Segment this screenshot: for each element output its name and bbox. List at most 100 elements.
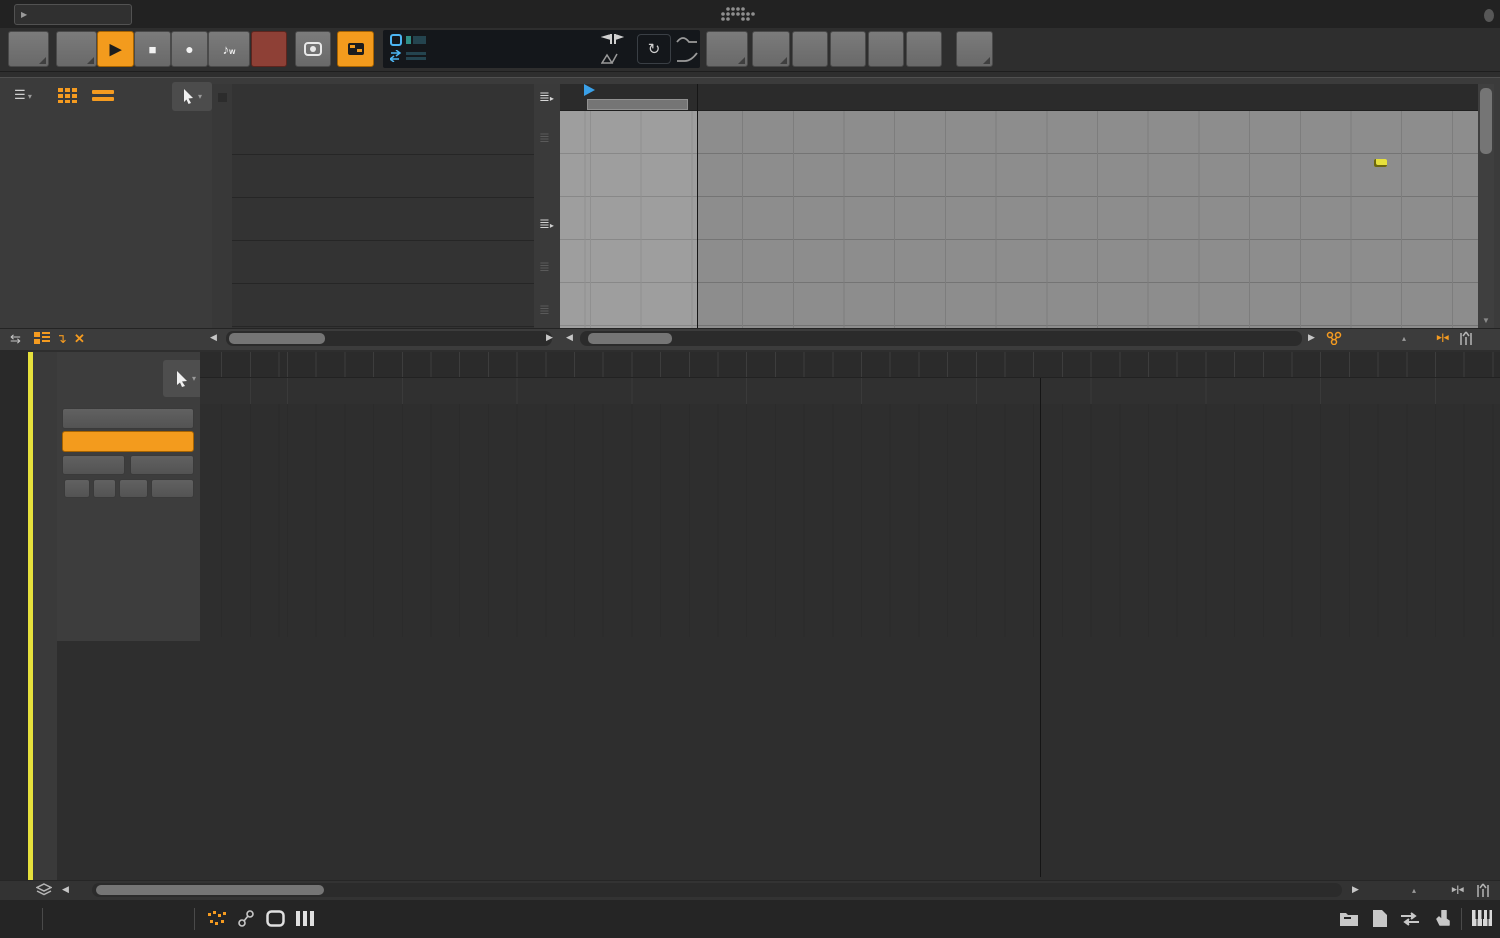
tempo-tap-icon[interactable] bbox=[390, 34, 428, 46]
record-button[interactable]: ● bbox=[171, 31, 208, 67]
arranger-vscroll-thumb[interactable] bbox=[1480, 88, 1492, 154]
piano-keyboard-icon[interactable] bbox=[1472, 910, 1492, 926]
launcher-hscroll-thumb[interactable] bbox=[229, 333, 325, 344]
pan-button[interactable] bbox=[93, 479, 116, 498]
overdub-button[interactable] bbox=[251, 31, 287, 67]
comping-playhead bbox=[1040, 378, 1041, 877]
editor-scroll-left-icon[interactable]: ◀ bbox=[62, 884, 69, 895]
arr-scroll-left-icon[interactable]: ◀ bbox=[566, 332, 573, 343]
position-display[interactable] bbox=[505, 31, 595, 50]
close-selection-icon[interactable]: ✕ bbox=[74, 331, 85, 347]
scene-menu-icon[interactable]: ≣▸ bbox=[539, 89, 554, 105]
stop-button[interactable]: ■ bbox=[134, 31, 171, 67]
editor-hscroll-thumb[interactable] bbox=[96, 885, 324, 895]
row-menu-icon[interactable]: ≣ bbox=[539, 259, 550, 275]
onsets-button[interactable] bbox=[130, 455, 194, 475]
divider bbox=[42, 908, 43, 930]
tempo-nudge-icon[interactable] bbox=[390, 50, 428, 62]
clip-group-icon[interactable] bbox=[1326, 331, 1342, 345]
automation-write-button[interactable]: ♪w bbox=[208, 31, 250, 67]
arranger-hscroll-thumb[interactable] bbox=[588, 333, 672, 344]
stretch-button[interactable] bbox=[62, 455, 125, 475]
project-play-icon: ▶ bbox=[21, 10, 27, 19]
file-button[interactable] bbox=[8, 31, 49, 67]
lane-separator bbox=[57, 733, 1500, 735]
loop-button[interactable]: ↻ bbox=[637, 34, 671, 64]
editor-scroll-right-icon[interactable]: ▶ bbox=[1352, 884, 1359, 895]
editor-adaptive-grid-icon[interactable] bbox=[1476, 883, 1490, 897]
loop-icon: ↻ bbox=[648, 40, 661, 58]
window-menu-dot[interactable] bbox=[1484, 9, 1494, 22]
panel-columns-icon[interactable] bbox=[296, 910, 314, 927]
touch-mode-icon[interactable] bbox=[1436, 910, 1451, 927]
project-tab[interactable]: ▶ bbox=[14, 4, 132, 25]
lane-separator bbox=[57, 875, 1500, 877]
focus-frame-icon[interactable] bbox=[266, 910, 285, 927]
row-menu-icon[interactable]: ≣▸ bbox=[539, 216, 554, 232]
launcher-overdub-icon bbox=[304, 42, 322, 56]
edit-button[interactable] bbox=[752, 31, 790, 67]
arr-scroll-right-icon[interactable]: ▶ bbox=[1308, 332, 1315, 343]
comping-ruler-gap bbox=[200, 378, 1500, 404]
hscroll-right-icon[interactable]: ▶ bbox=[546, 332, 553, 343]
mapping-browser-icon[interactable] bbox=[208, 911, 226, 927]
comping-button[interactable] bbox=[62, 431, 194, 452]
browser-icon[interactable] bbox=[1340, 911, 1358, 926]
stop-column bbox=[212, 84, 232, 330]
redo-button[interactable] bbox=[830, 31, 866, 67]
play-menu-button[interactable] bbox=[56, 31, 97, 67]
formant-button[interactable] bbox=[151, 479, 194, 498]
arranger-adaptive-grid-icon[interactable] bbox=[1459, 331, 1473, 345]
automation-curves-icon[interactable] bbox=[676, 33, 698, 65]
arranger-pointer-tool[interactable]: ▾ bbox=[172, 82, 212, 111]
io-routing-icon[interactable] bbox=[1400, 912, 1420, 926]
divider bbox=[1461, 908, 1462, 930]
launcher-overdub-button[interactable] bbox=[295, 31, 331, 67]
punch-in-out-icon[interactable] bbox=[601, 33, 625, 65]
layers-icon[interactable] bbox=[36, 883, 52, 897]
undo-button[interactable] bbox=[792, 31, 828, 67]
track-list-menu-icon[interactable]: ☰ ▾ bbox=[14, 87, 32, 103]
scroll-down-icon[interactable]: ▼ bbox=[1482, 316, 1490, 325]
stop-icon: ■ bbox=[149, 42, 157, 57]
scroll-follow-icon[interactable]: ↴ bbox=[56, 331, 67, 347]
play-button[interactable]: ▶ bbox=[97, 31, 134, 67]
editor-snap-icon[interactable]: ▸|◂ bbox=[1452, 884, 1464, 895]
arranger-view-icon[interactable] bbox=[92, 90, 114, 101]
arranger-snap-icon[interactable]: ▸|◂ bbox=[1437, 332, 1449, 343]
display-profile-icon bbox=[347, 42, 365, 56]
arranger-hscrollbar[interactable] bbox=[580, 331, 1302, 346]
hscroll-left-icon[interactable]: ◀ bbox=[210, 332, 217, 343]
arranger-grid-value[interactable]: ▴ bbox=[1402, 332, 1406, 344]
clip-button[interactable] bbox=[956, 31, 993, 67]
delete-button[interactable] bbox=[906, 31, 942, 67]
track-height-icon[interactable] bbox=[34, 332, 50, 345]
tempo-display[interactable] bbox=[425, 31, 497, 50]
duplicate-button[interactable] bbox=[868, 31, 904, 67]
editor-grid-value[interactable]: ▴ bbox=[1412, 884, 1416, 896]
comping-ruler[interactable] bbox=[200, 352, 1500, 378]
lane-separator bbox=[57, 828, 1500, 830]
audio-events-button[interactable] bbox=[62, 408, 194, 429]
display-profile-button[interactable] bbox=[337, 31, 374, 67]
arranger-playhead bbox=[697, 84, 698, 330]
note-link-icon[interactable] bbox=[238, 910, 254, 927]
automation-write-icon: ♪w bbox=[223, 42, 236, 57]
bottom-panel bbox=[0, 350, 1500, 900]
pointer-icon bbox=[175, 371, 188, 387]
launcher-menu-column bbox=[534, 84, 560, 330]
row-menu-icon[interactable]: ≣ bbox=[539, 302, 550, 318]
divider bbox=[194, 908, 195, 930]
launcher-view-icon[interactable] bbox=[58, 88, 78, 103]
clip-label-column bbox=[33, 352, 57, 898]
inspector-icon[interactable] bbox=[1373, 910, 1387, 927]
row-menu-icon[interactable]: ≣ bbox=[539, 130, 550, 146]
gain-button[interactable] bbox=[64, 479, 90, 498]
follow-playhead-icon[interactable]: ⇆ bbox=[10, 331, 21, 347]
loop-region[interactable] bbox=[587, 99, 688, 110]
pitch-button[interactable] bbox=[119, 479, 148, 498]
play-start-marker[interactable] bbox=[584, 84, 595, 96]
grid-caret-icon: ▴ bbox=[1402, 334, 1406, 343]
add-button[interactable] bbox=[706, 31, 748, 67]
scene-stop-button[interactable] bbox=[218, 93, 227, 102]
